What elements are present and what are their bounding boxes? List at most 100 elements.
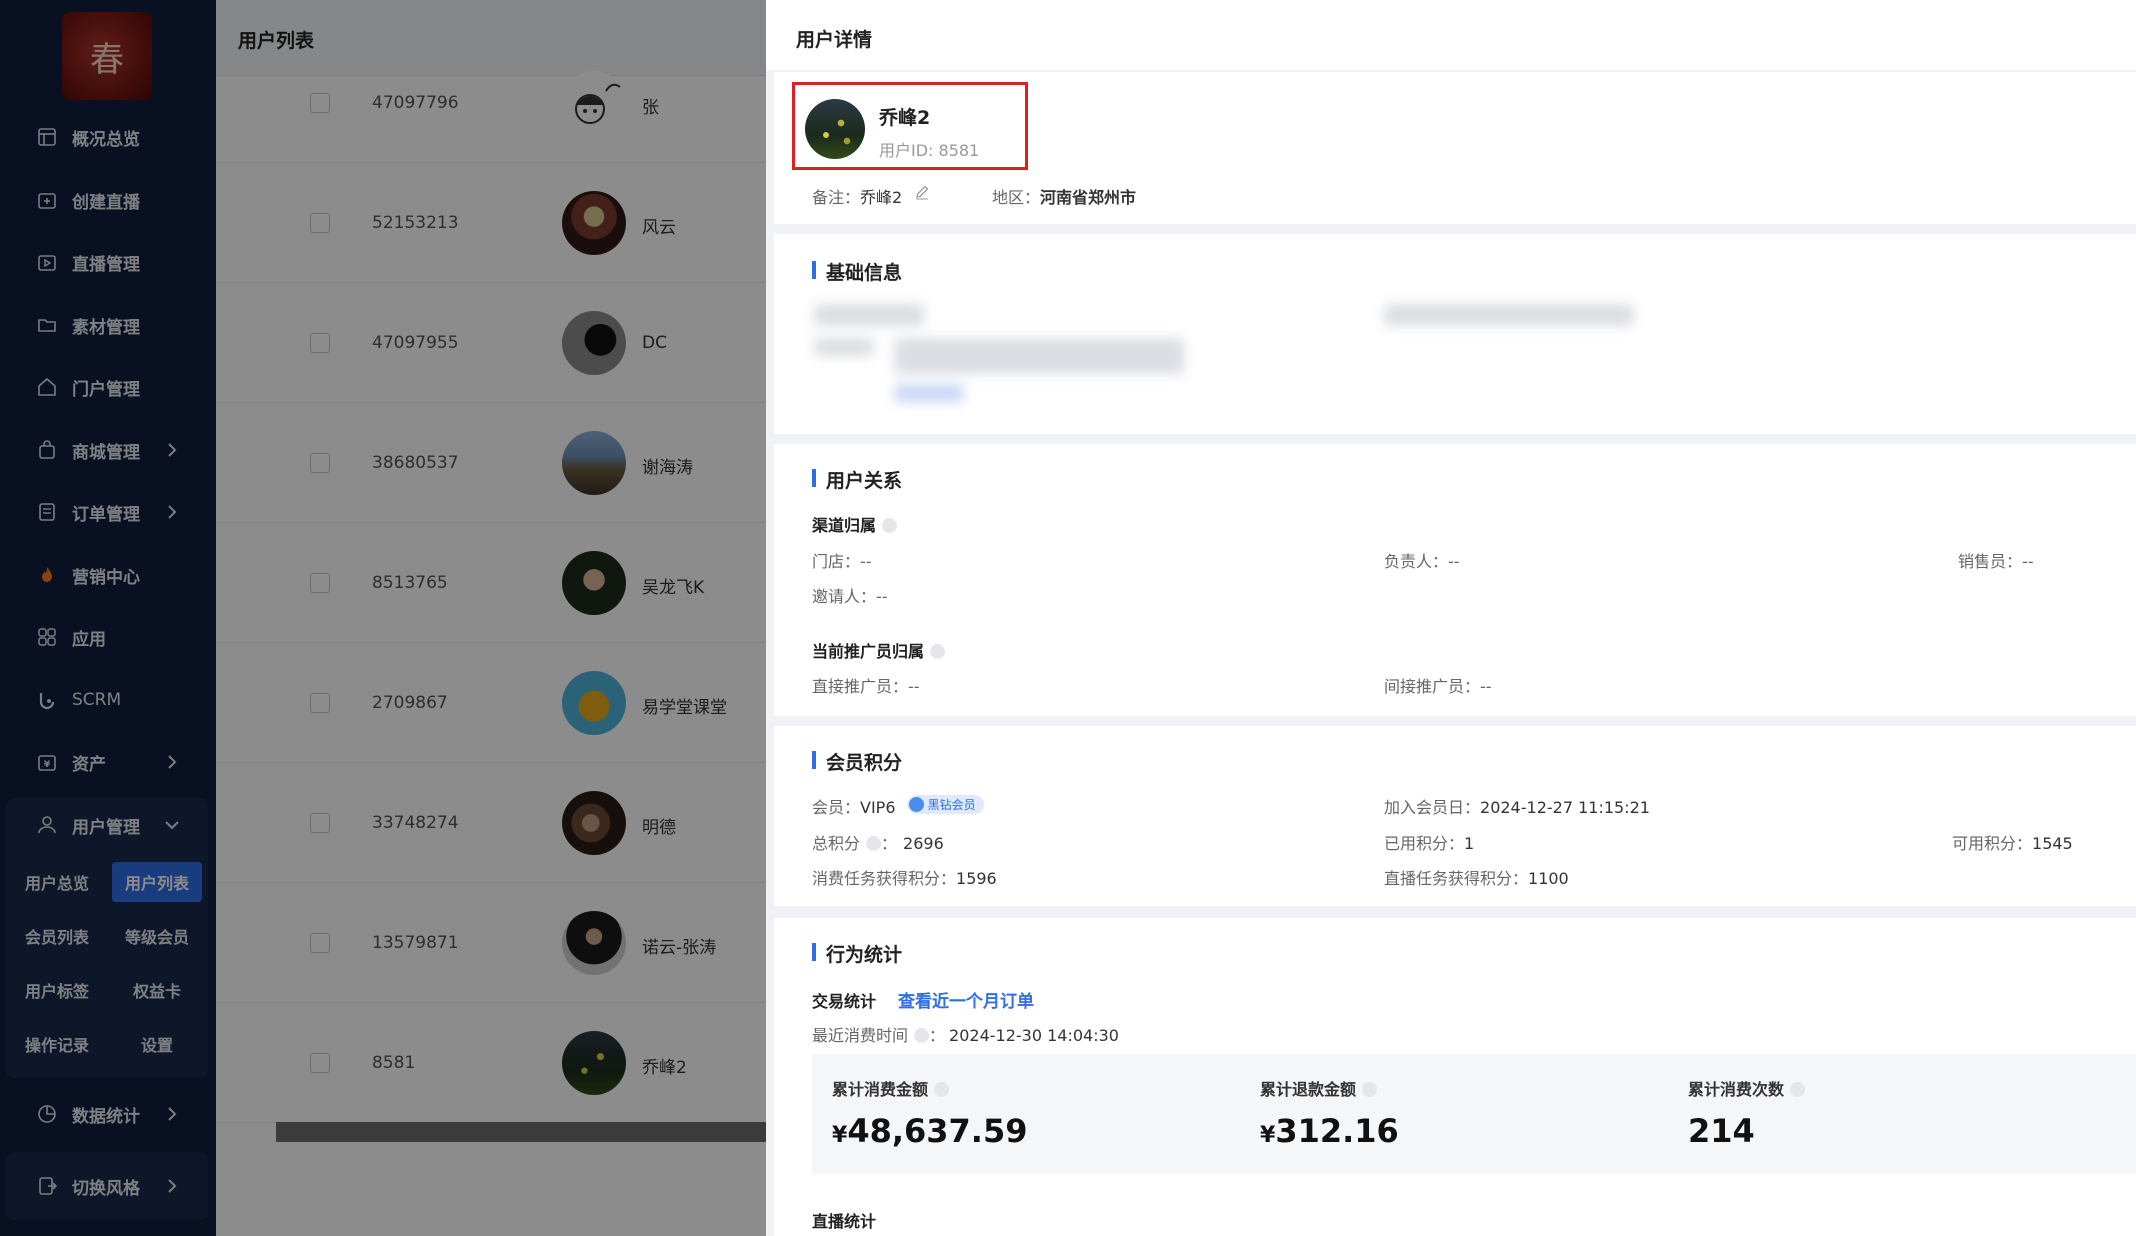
- nav-portal[interactable]: 门户管理: [0, 367, 216, 407]
- nav-label: 商城管理: [72, 442, 140, 463]
- row-checkbox[interactable]: [310, 933, 330, 953]
- drawer-title: 用户详情: [796, 29, 873, 51]
- table-row[interactable]: 2709867 易学堂课堂: [216, 643, 766, 763]
- chevron-down-icon: [162, 815, 182, 835]
- nav-dashboard[interactable]: 概况总览: [0, 117, 216, 157]
- brand-logo: 春: [62, 12, 152, 100]
- nav-user-management[interactable]: 用户管理: [0, 805, 216, 845]
- horizontal-scrollbar[interactable]: [276, 1122, 766, 1142]
- sales-field: 销售员：--: [1958, 552, 2034, 571]
- nav-scrm[interactable]: SCRM: [0, 680, 216, 720]
- row-checkbox[interactable]: [310, 453, 330, 473]
- table-row[interactable]: 47097955 DC: [216, 283, 766, 403]
- profile-name: 乔峰2: [879, 107, 931, 129]
- submenu-level-member[interactable]: 等级会员: [112, 916, 202, 956]
- shop-bag-icon: [36, 439, 58, 461]
- member-level-field: 会员：VIP6 黑钻会员: [812, 794, 984, 818]
- user-id: 47097955: [372, 333, 459, 353]
- submenu-settings[interactable]: 设置: [112, 1024, 202, 1064]
- nav-label: 直播管理: [72, 254, 140, 275]
- user-id: 38680537: [372, 453, 459, 473]
- switch-style-icon: [36, 1175, 58, 1197]
- home-icon: [36, 376, 58, 398]
- section-title: 会员积分: [812, 748, 902, 775]
- user-management-group: 用户管理 用户总览 用户列表 会员列表 等级会员 用户标签 权益卡 操作记录 设…: [6, 798, 208, 1078]
- redacted-block: [814, 304, 924, 326]
- info-icon[interactable]: [930, 644, 946, 659]
- nav-marketing[interactable]: 营销中心: [0, 555, 216, 595]
- table-row[interactable]: 38680537 谢海涛: [216, 403, 766, 523]
- user-name: 易学堂课堂: [642, 698, 727, 718]
- view-recent-orders-link[interactable]: 查看近一个月订单: [898, 987, 1034, 1012]
- user-name: 谢海涛: [642, 458, 693, 478]
- trade-stats-box: 累计消费金额 ¥48,637.59 累计退款金额 ¥312.16 累计消费次数 …: [812, 1054, 2136, 1174]
- nav-label: 素材管理: [72, 317, 140, 338]
- table-row[interactable]: 47097796 张: [216, 43, 766, 163]
- user-icon: [36, 814, 58, 836]
- section-title: 用户关系: [812, 466, 902, 493]
- nav-label: 营销中心: [72, 567, 140, 588]
- nav-asset[interactable]: ¥ 资产: [0, 742, 216, 782]
- row-checkbox[interactable]: [310, 573, 330, 593]
- fire-icon: [36, 564, 58, 586]
- info-icon[interactable]: [934, 1082, 950, 1097]
- submenu-user-overview[interactable]: 用户总览: [12, 862, 102, 902]
- nav-material[interactable]: 素材管理: [0, 305, 216, 345]
- row-checkbox[interactable]: [310, 1053, 330, 1073]
- submenu-operation-log[interactable]: 操作记录: [12, 1024, 102, 1064]
- user-name: 张: [642, 98, 659, 118]
- trade-stats-title: 交易统计: [812, 992, 877, 1011]
- table-row[interactable]: 8513765 吴龙飞K: [216, 523, 766, 643]
- nav-label: 资产: [72, 754, 106, 775]
- redacted-block: [894, 384, 964, 402]
- user-id: 2709867: [372, 693, 448, 713]
- nav-label: 概况总览: [72, 129, 140, 150]
- indirect-promoter-field: 间接推广员：--: [1384, 677, 1492, 696]
- diamond-icon: [908, 797, 924, 812]
- submenu-user-list[interactable]: 用户列表: [112, 862, 202, 902]
- row-checkbox[interactable]: [310, 693, 330, 713]
- nav-shop[interactable]: 商城管理: [0, 430, 216, 470]
- edit-icon[interactable]: [914, 184, 930, 204]
- switch-style-label: 切换风格: [72, 1178, 140, 1199]
- nav-data-stats[interactable]: 数据统计: [0, 1094, 216, 1134]
- section-title: 行为统计: [812, 940, 902, 967]
- profile-user-id: 用户ID: 8581: [879, 141, 980, 160]
- promoter-title: 当前推广员归属: [812, 638, 946, 662]
- nav-create-live[interactable]: 创建直播: [0, 180, 216, 220]
- basic-info-card: 基础信息: [774, 234, 2136, 434]
- submenu-member-list[interactable]: 会员列表: [12, 916, 102, 956]
- row-checkbox[interactable]: [310, 813, 330, 833]
- switch-style-button[interactable]: 切换风格: [6, 1152, 208, 1220]
- submenu-benefit-card[interactable]: 权益卡: [112, 970, 202, 1010]
- info-icon[interactable]: [882, 518, 898, 533]
- info-icon[interactable]: [1362, 1082, 1378, 1097]
- stat-value: ¥312.16: [1260, 1112, 1399, 1150]
- row-checkbox[interactable]: [310, 333, 330, 353]
- relation-card: 用户关系 渠道归属 门店：-- 负责人：-- 销售员：-- 邀请人：-- 当前推…: [774, 444, 2136, 716]
- table-row[interactable]: 8581 乔峰2: [216, 1003, 766, 1123]
- avatar: [562, 71, 626, 135]
- info-icon[interactable]: [866, 836, 882, 851]
- chevron-right-icon: [162, 440, 182, 460]
- avatar: [562, 191, 626, 255]
- row-checkbox[interactable]: [310, 213, 330, 233]
- info-icon[interactable]: [1790, 1082, 1806, 1097]
- stat-label: 累计消费次数: [1688, 1076, 1806, 1100]
- region-field: 地区：河南省郑州市: [992, 188, 1137, 207]
- table-row[interactable]: 33748274 明德: [216, 763, 766, 883]
- nav-apps[interactable]: 应用: [0, 617, 216, 657]
- total-points-field: 总积分： 2696: [812, 834, 944, 853]
- stat-label: 累计退款金额: [1260, 1076, 1378, 1100]
- nav-live-manage[interactable]: 直播管理: [0, 242, 216, 282]
- info-icon[interactable]: [914, 1028, 930, 1043]
- table-row[interactable]: 13579871 诺云-张涛: [216, 883, 766, 1003]
- submenu-user-tags[interactable]: 用户标签: [12, 970, 102, 1010]
- live-stats-title: 直播统计: [812, 1212, 877, 1231]
- nav-order[interactable]: 订单管理: [0, 492, 216, 532]
- row-checkbox[interactable]: [310, 93, 330, 113]
- avatar: [562, 551, 626, 615]
- table-row[interactable]: 52153213 风云: [216, 163, 766, 283]
- stat-value: ¥48,637.59: [832, 1112, 1028, 1150]
- chevron-right-icon: [162, 1176, 182, 1196]
